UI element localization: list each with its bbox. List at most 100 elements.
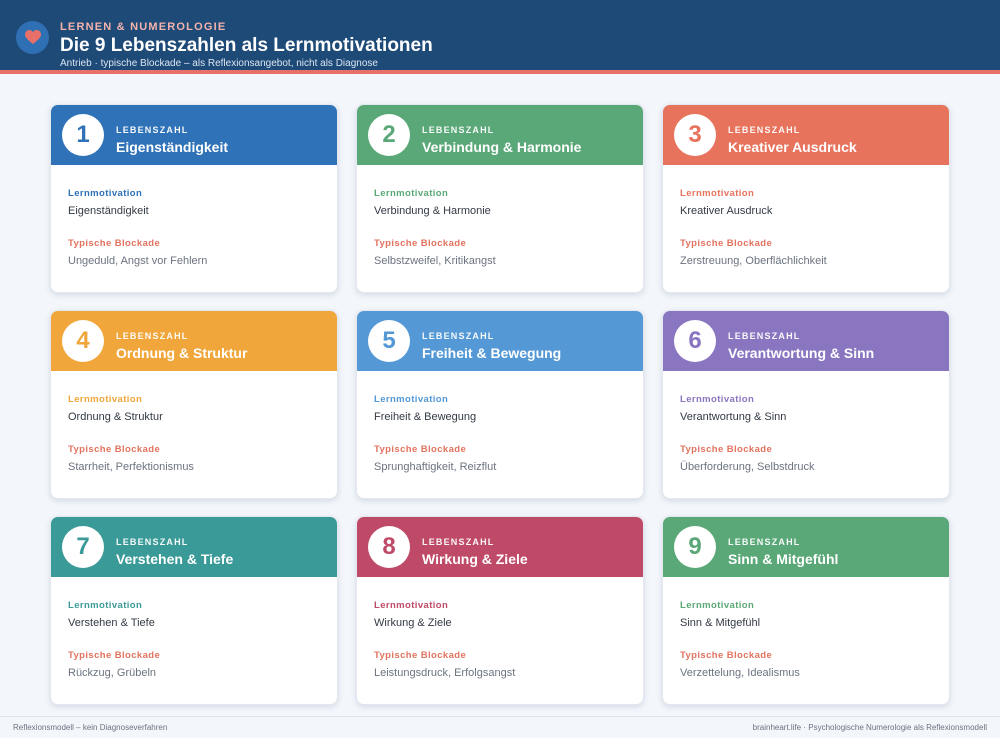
number-card: 2 LEBENSZAHL Verbindung & Harmonie Lernm…	[356, 104, 644, 293]
card-body: Lernmotivation Freiheit & Bewegung Typis…	[357, 371, 643, 473]
card-body: Lernmotivation Verantwortung & Sinn Typi…	[663, 371, 949, 473]
motivation-value: Eigenständigkeit	[68, 205, 149, 217]
card-header-text: LEBENSZAHL Verantwortung & Sinn	[728, 331, 874, 361]
page-subtitle: Antrieb · typische Blockade – als Reflex…	[60, 58, 378, 69]
card-kicker: LEBENSZAHL	[422, 331, 495, 341]
card-header-text: LEBENSZAHL Verbindung & Harmonie	[422, 125, 581, 155]
card-header: 7 LEBENSZAHL Verstehen & Tiefe	[51, 517, 337, 577]
motivation-value: Freiheit & Bewegung	[374, 411, 477, 423]
card-title: Verbindung & Harmonie	[422, 139, 582, 155]
card-header: 2 LEBENSZAHL Verbindung & Harmonie	[357, 105, 643, 165]
motivation-value: Verantwortung & Sinn	[680, 411, 787, 423]
card-header: 5 LEBENSZAHL Freiheit & Bewegung	[357, 311, 643, 371]
card-title: Verstehen & Tiefe	[116, 551, 234, 567]
card-kicker: LEBENSZAHL	[116, 537, 189, 547]
footer-left-text: Reflexionsmodell – kein Diagnoseverfahre…	[13, 723, 168, 732]
heart-icon-shape	[24, 30, 41, 44]
blockade-label: Typische Blockade	[68, 650, 161, 661]
number-card: 3 LEBENSZAHL Kreativer Ausdruck Lernmoti…	[662, 104, 950, 293]
blockade-value: Überforderung, Selbstdruck	[680, 461, 815, 473]
motivation-label: Lernmotivation	[374, 188, 449, 199]
card-body: Lernmotivation Eigenständigkeit Typische…	[51, 165, 337, 267]
card-header-text: LEBENSZAHL Kreativer Ausdruck	[728, 125, 857, 155]
number-badge: 1	[62, 114, 104, 156]
motivation-value: Kreativer Ausdruck	[680, 205, 773, 217]
card-header-text: LEBENSZAHL Ordnung & Struktur	[116, 331, 247, 361]
number-badge: 9	[674, 526, 716, 568]
motivation-value: Verbindung & Harmonie	[374, 205, 491, 217]
blockade-value: Starrheit, Perfektionismus	[68, 461, 194, 473]
number-card: 5 LEBENSZAHL Freiheit & Bewegung Lernmot…	[356, 310, 644, 499]
motivation-value: Sinn & Mitgefühl	[680, 617, 761, 629]
number-card: 6 LEBENSZAHL Verantwortung & Sinn Lernmo…	[662, 310, 950, 499]
card-kicker: LEBENSZAHL	[728, 537, 801, 547]
motivation-label: Lernmotivation	[68, 188, 143, 199]
number-badge: 3	[674, 114, 716, 156]
number-badge: 7	[62, 526, 104, 568]
number-card: 9 LEBENSZAHL Sinn & Mitgefühl Lernmotiva…	[662, 516, 950, 705]
footer-right-text: brainheart.life · Psychologische Numerol…	[752, 723, 987, 732]
card-title: Eigenständigkeit	[116, 139, 229, 155]
blockade-label: Typische Blockade	[68, 444, 161, 455]
card-header: 8 LEBENSZAHL Wirkung & Ziele	[357, 517, 643, 577]
number-badge: 6	[674, 320, 716, 362]
card-kicker: LEBENSZAHL	[422, 125, 495, 135]
card-title: Sinn & Mitgefühl	[728, 551, 839, 567]
card-header-text: LEBENSZAHL Verstehen & Tiefe	[116, 537, 233, 567]
card-header: 3 LEBENSZAHL Kreativer Ausdruck	[663, 105, 949, 165]
card-header: 1 LEBENSZAHL Eigenständigkeit	[51, 105, 337, 165]
motivation-value: Ordnung & Struktur	[68, 411, 163, 423]
blockade-label: Typische Blockade	[374, 650, 467, 661]
card-kicker: LEBENSZAHL	[422, 537, 495, 547]
card-header: 4 LEBENSZAHL Ordnung & Struktur	[51, 311, 337, 371]
heart-icon	[16, 21, 49, 54]
card-title: Kreativer Ausdruck	[728, 139, 857, 155]
card-title: Freiheit & Bewegung	[422, 345, 562, 361]
card-kicker: LEBENSZAHL	[116, 331, 189, 341]
motivation-label: Lernmotivation	[68, 394, 143, 405]
blockade-label: Typische Blockade	[680, 650, 773, 661]
blockade-value: Sprunghaftigkeit, Reizflut	[374, 461, 497, 473]
blockade-value: Zerstreuung, Oberflächlichkeit	[680, 255, 827, 267]
card-body: Lernmotivation Verstehen & Tiefe Typisch…	[51, 577, 337, 679]
blockade-label: Typische Blockade	[68, 238, 161, 249]
blockade-value: Leistungsdruck, Erfolgsangst	[374, 667, 516, 679]
card-body: Lernmotivation Sinn & Mitgefühl Typische…	[663, 577, 949, 679]
motivation-label: Lernmotivation	[680, 188, 755, 199]
card-kicker: LEBENSZAHL	[728, 125, 801, 135]
motivation-label: Lernmotivation	[680, 394, 755, 405]
number-card: 4 LEBENSZAHL Ordnung & Struktur Lernmoti…	[50, 310, 338, 499]
card-title: Verantwortung & Sinn	[728, 345, 875, 361]
card-body: Lernmotivation Ordnung & Struktur Typisc…	[51, 371, 337, 473]
blockade-label: Typische Blockade	[680, 444, 773, 455]
card-body: Lernmotivation Verbindung & Harmonie Typ…	[357, 165, 643, 267]
blockade-value: Rückzug, Grübeln	[68, 667, 157, 679]
header-bar: LERNEN & NUMEROLOGIE Die 9 Lebenszahlen …	[0, 0, 1000, 74]
card-body: Lernmotivation Kreativer Ausdruck Typisc…	[663, 165, 949, 267]
motivation-label: Lernmotivation	[68, 600, 143, 611]
motivation-label: Lernmotivation	[680, 600, 755, 611]
card-grid: 1 LEBENSZAHL Eigenständigkeit Lernmotiva…	[50, 104, 950, 705]
card-header-text: LEBENSZAHL Wirkung & Ziele	[422, 537, 528, 567]
page-title: Die 9 Lebenszahlen als Lernmotivationen	[60, 35, 433, 56]
motivation-value: Wirkung & Ziele	[374, 617, 452, 629]
card-header-text: LEBENSZAHL Freiheit & Bewegung	[422, 331, 561, 361]
card-header: 6 LEBENSZAHL Verantwortung & Sinn	[663, 311, 949, 371]
blockade-label: Typische Blockade	[680, 238, 773, 249]
card-header-text: LEBENSZAHL Sinn & Mitgefühl	[728, 537, 838, 567]
number-badge: 4	[62, 320, 104, 362]
number-badge: 8	[368, 526, 410, 568]
card-header-text: LEBENSZAHL Eigenständigkeit	[116, 125, 228, 155]
blockade-label: Typische Blockade	[374, 444, 467, 455]
blockade-value: Verzettelung, Idealismus	[680, 667, 800, 679]
card-title: Wirkung & Ziele	[422, 551, 528, 567]
motivation-label: Lernmotivation	[374, 600, 449, 611]
footer: Reflexionsmodell – kein Diagnoseverfahre…	[0, 716, 1000, 738]
card-body: Lernmotivation Wirkung & Ziele Typische …	[357, 577, 643, 679]
number-card: 7 LEBENSZAHL Verstehen & Tiefe Lernmotiv…	[50, 516, 338, 705]
blockade-value: Selbstzweifel, Kritikangst	[374, 255, 496, 267]
motivation-value: Verstehen & Tiefe	[68, 617, 155, 629]
motivation-label: Lernmotivation	[374, 394, 449, 405]
header-kicker: LERNEN & NUMEROLOGIE	[60, 21, 227, 33]
blockade-value: Ungeduld, Angst vor Fehlern	[68, 255, 208, 267]
